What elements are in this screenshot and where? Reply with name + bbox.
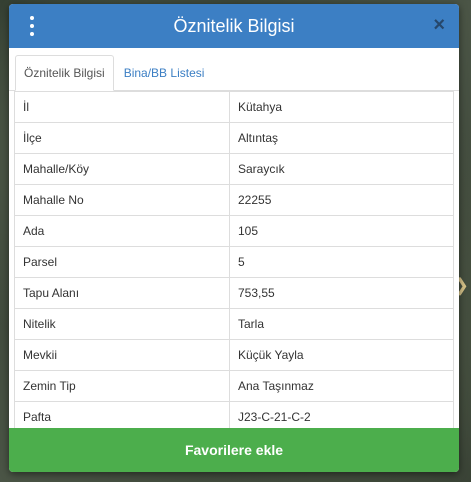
table-row: Tapu Alanı 753,55 [14,277,454,309]
attribute-key: Mahalle/Köy [14,153,230,185]
table-row: Parsel 5 [14,246,454,278]
attribute-value: 753,55 [229,277,454,309]
attribute-key: Ada [14,215,230,247]
attribute-key: Parsel [14,246,230,278]
table-row: İl Kütahya [14,91,454,123]
table-row: Mahalle/Köy Saraycık [14,153,454,185]
dialog-header: Öznitelik Bilgisi × [9,4,459,48]
table-row: Nitelik Tarla [14,308,454,340]
attribute-value: 105 [229,215,454,247]
attribute-table: İl Kütahya İlçe Altıntaş Mahalle/Köy Saraycık… [14,91,454,433]
table-row: İlçe Altıntaş [14,122,454,154]
attribute-key: Mahalle No [14,184,230,216]
attribute-value: Ana Taşınmaz [229,370,454,402]
table-row: Zemin Tip Ana Taşınmaz [14,370,454,402]
attribute-value: Saraycık [229,153,454,185]
attribute-key: Nitelik [14,308,230,340]
dialog-title: Öznitelik Bilgisi [173,15,295,36]
attribute-key: Zemin Tip [14,370,230,402]
table-row: Mevkii Küçük Yayla [14,339,454,371]
table-row: Mahalle No 22255 [14,184,454,216]
tab-bar: Öznitelik Bilgisi Bina/BB Listesi [9,48,459,91]
add-to-favorites-button[interactable]: Favorilere ekle [9,428,459,472]
close-icon[interactable]: × [433,15,445,35]
attribute-key: İlçe [14,122,230,154]
attribute-value: Küçük Yayla [229,339,454,371]
tab-attribute-info[interactable]: Öznitelik Bilgisi [15,55,114,91]
attribute-key: Mevkii [14,339,230,371]
vertical-dots-icon[interactable] [23,16,41,36]
table-row: Ada 105 [14,215,454,247]
attribute-value: Altıntaş [229,122,454,154]
attribute-key: Tapu Alanı [14,277,230,309]
attribute-value: 5 [229,246,454,278]
attribute-value: Kütahya [229,91,454,123]
attribute-info-dialog: Öznitelik Bilgisi × Öznitelik Bilgisi Bi… [9,4,459,472]
attribute-value: Tarla [229,308,454,340]
attribute-value: 22255 [229,184,454,216]
tab-building-list[interactable]: Bina/BB Listesi [116,56,213,90]
attribute-key: İl [14,91,230,123]
